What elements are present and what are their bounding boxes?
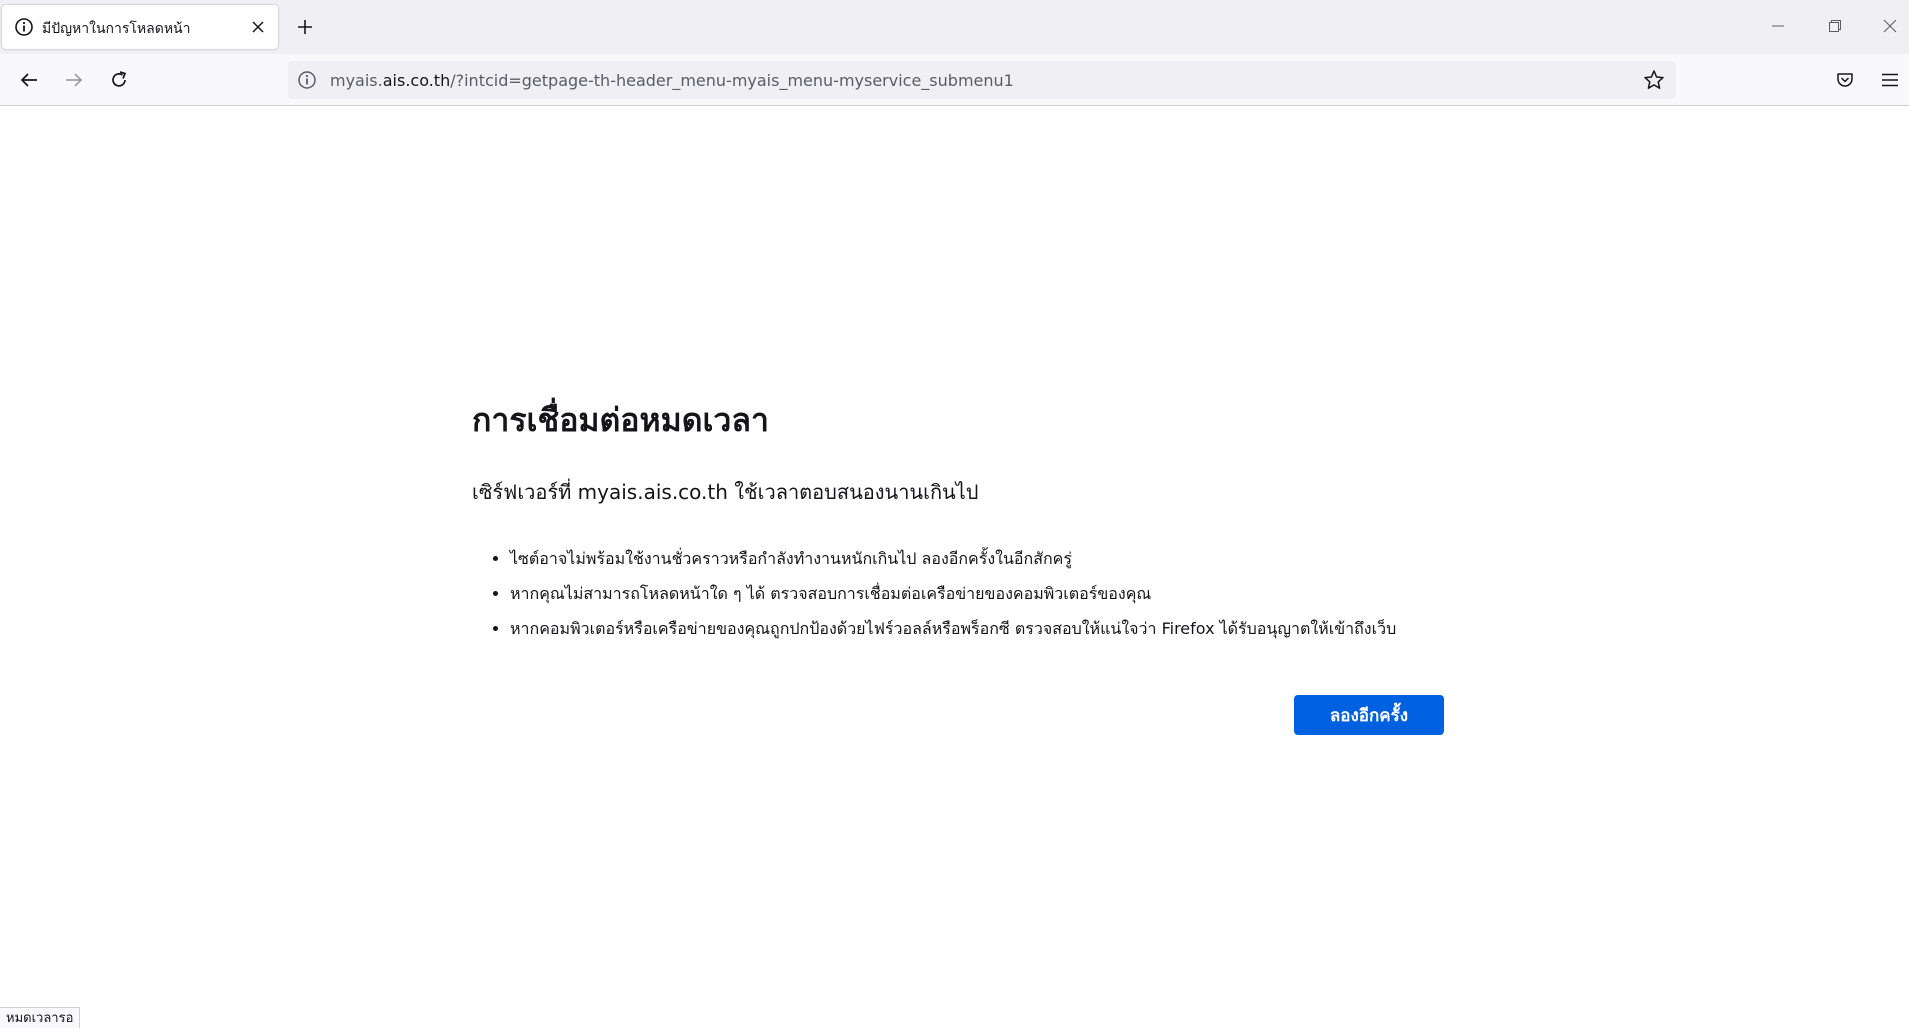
error-page-container: การเชื่อมต่อหมดเวลา เซิร์ฟเวอร์ที่ myais…: [472, 395, 1444, 735]
star-icon[interactable]: [1642, 68, 1666, 92]
url-domain: ais.co.th: [382, 71, 451, 90]
error-description: เซิร์ฟเวอร์ที่ myais.ais.co.th ใช้เวลาตอ…: [472, 480, 979, 504]
tab-strip: มีปัญหาในการโหลดหน้า: [0, 0, 1909, 54]
url-text[interactable]: myais.ais.co.th/?intcid=getpage-th-heade…: [330, 71, 1014, 90]
close-icon[interactable]: [246, 15, 270, 39]
pocket-icon[interactable]: [1828, 63, 1862, 97]
back-arrow-icon[interactable]: [12, 63, 46, 97]
list-item: หากคอมพิวเตอร์หรือเครือข่ายของคุณถูกปกป้…: [510, 616, 1444, 641]
error-suggestions: ไซต์อาจไม่พร้อมใช้งานชั่วคราวหรือกำลังทำ…: [472, 546, 1444, 641]
status-bar: หมดเวลารอ: [0, 1007, 81, 1028]
plus-icon[interactable]: [290, 12, 320, 42]
navigation-toolbar: myais.ais.co.th/?intcid=getpage-th-heade…: [0, 54, 1909, 106]
try-again-button[interactable]: ลองอีกครั้ง: [1294, 695, 1444, 735]
error-title: การเชื่อมต่อหมดเวลา: [472, 401, 769, 439]
url-bar[interactable]: myais.ais.co.th/?intcid=getpage-th-heade…: [288, 61, 1676, 99]
close-window-icon[interactable]: [1870, 8, 1909, 44]
tab-title: มีปัญหาในการโหลดหน้า: [42, 21, 191, 37]
restore-icon[interactable]: [1815, 8, 1855, 44]
url-prefix: myais.: [330, 71, 383, 90]
active-tab[interactable]: มีปัญหาในการโหลดหน้า: [2, 5, 278, 49]
info-icon[interactable]: [296, 69, 318, 91]
url-path: /?intcid=getpage-th-header_menu-myais_me…: [450, 71, 1014, 90]
reload-icon[interactable]: [102, 63, 136, 97]
list-item: ไซต์อาจไม่พร้อมใช้งานชั่วคราวหรือกำลังทำ…: [510, 546, 1444, 571]
list-item: หากคุณไม่สามารถโหลดหน้าใด ๆ ได้ ตรวจสอบก…: [510, 581, 1444, 606]
forward-arrow-icon[interactable]: [57, 63, 91, 97]
minimize-icon[interactable]: [1758, 8, 1798, 44]
info-icon: [14, 17, 34, 37]
hamburger-menu-icon[interactable]: [1873, 63, 1907, 97]
